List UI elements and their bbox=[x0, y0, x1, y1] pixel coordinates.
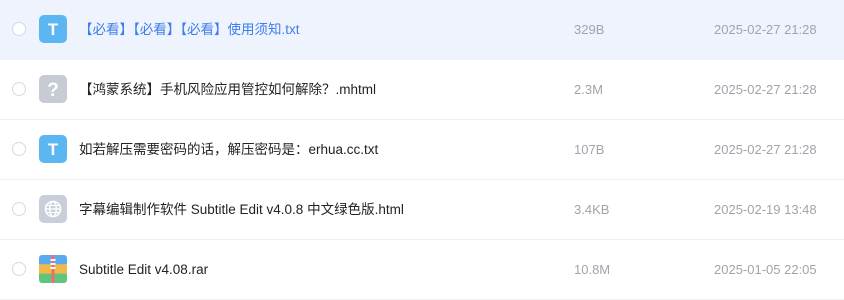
row-checkbox[interactable] bbox=[12, 82, 26, 96]
file-date: 2025-02-19 13:48 bbox=[714, 202, 817, 217]
svg-text:T: T bbox=[48, 20, 59, 39]
file-name[interactable]: 字幕编辑制作软件 Subtitle Edit v4.0.8 中文绿色版.html bbox=[79, 201, 404, 219]
file-list: T 【必看】【必看】【必看】使用须知.txt 329B 2025-02-27 2… bbox=[0, 0, 844, 300]
rar-archive-icon bbox=[39, 255, 67, 283]
file-row[interactable]: T 【必看】【必看】【必看】使用须知.txt 329B 2025-02-27 2… bbox=[0, 0, 844, 60]
row-checkbox[interactable] bbox=[12, 202, 26, 216]
file-name[interactable]: 如若解压需要密码的话，解压密码是：erhua.cc.txt bbox=[79, 141, 378, 159]
file-size: 2.3M bbox=[574, 82, 603, 97]
row-checkbox[interactable] bbox=[12, 22, 26, 36]
file-name[interactable]: 【鸿蒙系统】手机风险应用管控如何解除？.mhtml bbox=[79, 81, 376, 99]
row-checkbox[interactable] bbox=[12, 262, 26, 276]
file-row[interactable]: 字幕编辑制作软件 Subtitle Edit v4.0.8 中文绿色版.html… bbox=[0, 180, 844, 240]
file-size: 3.4KB bbox=[574, 202, 610, 217]
file-row[interactable]: T 如若解压需要密码的话，解压密码是：erhua.cc.txt 107B 202… bbox=[0, 120, 844, 180]
file-name[interactable]: Subtitle Edit v4.08.rar bbox=[79, 261, 208, 279]
file-size: 10.8M bbox=[574, 262, 611, 277]
svg-text:T: T bbox=[48, 140, 59, 159]
html-file-icon bbox=[39, 195, 67, 223]
file-date: 2025-02-27 21:28 bbox=[714, 22, 817, 37]
unknown-file-icon: ? bbox=[39, 75, 67, 103]
file-size: 107B bbox=[574, 142, 605, 157]
file-date: 2025-01-05 22:05 bbox=[714, 262, 817, 277]
row-checkbox[interactable] bbox=[12, 142, 26, 156]
file-row[interactable]: ? 【鸿蒙系统】手机风险应用管控如何解除？.mhtml 2.3M 2025-02… bbox=[0, 60, 844, 120]
file-date: 2025-02-27 21:28 bbox=[714, 82, 817, 97]
file-row[interactable]: Subtitle Edit v4.08.rar 10.8M 2025-01-05… bbox=[0, 240, 844, 300]
txt-file-icon: T bbox=[39, 135, 67, 163]
file-date: 2025-02-27 21:28 bbox=[714, 142, 817, 157]
txt-file-icon: T bbox=[39, 15, 67, 43]
file-size: 329B bbox=[574, 22, 605, 37]
svg-text:?: ? bbox=[47, 80, 59, 101]
file-name[interactable]: 【必看】【必看】【必看】使用须知.txt bbox=[79, 21, 300, 39]
